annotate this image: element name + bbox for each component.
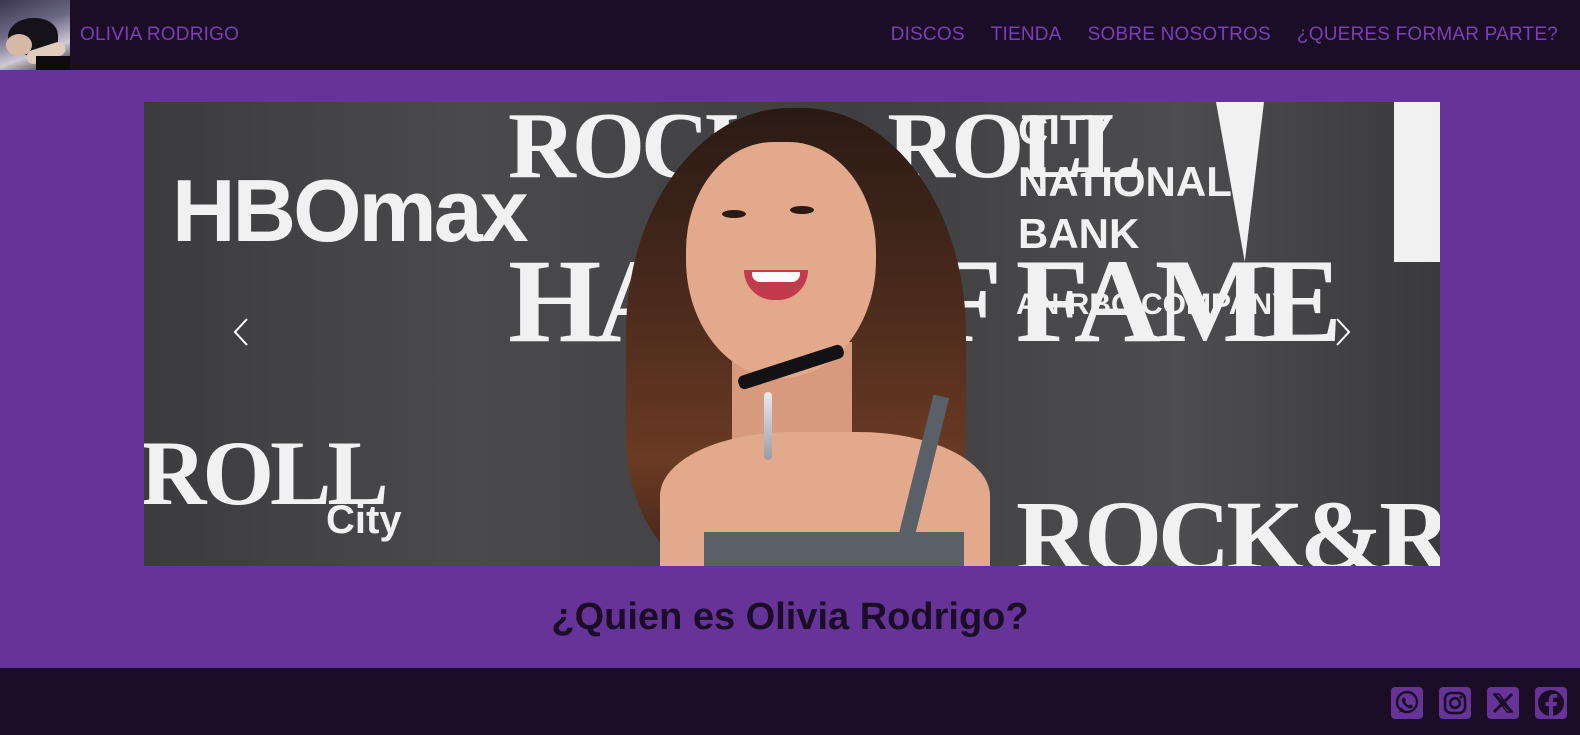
x-link[interactable] [1486,686,1520,720]
carousel-prev-button[interactable] [216,307,266,357]
nav-link-tienda[interactable]: TIENDA [991,24,1062,46]
whatsapp-link[interactable] [1390,686,1424,720]
x-icon [1487,687,1519,719]
backdrop-text-rbc: AN RBC COMPANY [1016,288,1293,321]
nav-links: DISCOS TIENDA SOBRE NOSOTROS ¿QUERES FOR… [891,24,1558,46]
backdrop-text-hbomax: HBOmax [172,161,529,260]
chevron-left-icon [233,318,248,346]
instagram-icon [1439,687,1471,719]
chevron-right-icon [1336,318,1351,346]
hero-photo-subject [614,102,1034,566]
brand-avatar[interactable] [0,0,70,70]
backdrop-text-national: NATIONAL [1018,158,1232,205]
backdrop-text-rock-r: ROCK&R [1016,480,1440,566]
brand-title[interactable]: OLIVIA RODRIGO [80,24,239,46]
page-heading: ¿Quien es Olivia Rodrigo? [551,596,1029,638]
backdrop-logo-edge [1394,102,1440,262]
carousel-next-button[interactable] [1318,307,1368,357]
backdrop-text-city-small: City [326,498,402,542]
footer [0,668,1580,735]
backdrop-text-bank: BANK [1018,210,1140,257]
facebook-link[interactable] [1534,686,1568,720]
navbar: OLIVIA RODRIGO DISCOS TIENDA SOBRE NOSOT… [0,0,1580,70]
nav-link-formar-parte[interactable]: ¿QUERES FORMAR PARTE? [1297,24,1558,46]
whatsapp-icon [1391,687,1423,719]
nav-link-sobre-nosotros[interactable]: SOBRE NOSOTROS [1088,24,1271,46]
facebook-icon [1535,687,1567,719]
social-links [1390,686,1568,720]
instagram-link[interactable] [1438,686,1472,720]
nav-link-discos[interactable]: DISCOS [891,24,965,46]
hero-carousel: HBOmax ROCK & ROLL HALL OF FAME CITY NAT… [144,102,1440,566]
